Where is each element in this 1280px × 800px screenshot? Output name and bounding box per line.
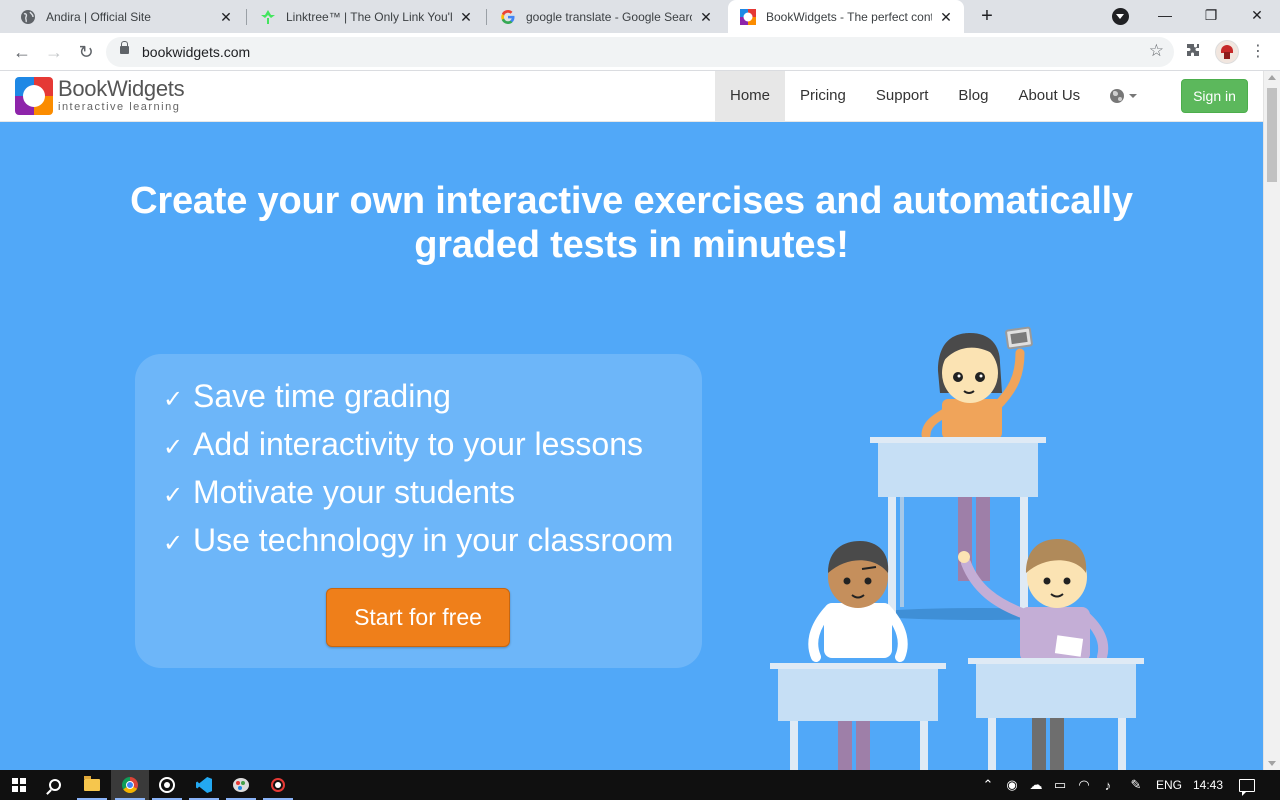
benefit-item: ✓ Motivate your students [163,470,673,518]
profile-avatar[interactable] [1215,40,1239,64]
language-indicator[interactable]: ENG [1152,770,1186,800]
windows-taskbar: ⌃ ◉ ☁ ▭ ◠ ♪ ✎ ENG 14:43 [0,770,1280,800]
notification-center[interactable] [1232,770,1262,800]
obs-icon[interactable] [148,770,186,800]
tab-linktree[interactable]: Linktree™ | The Only Link You'll E ✕ [248,0,484,33]
check-icon: ✓ [163,386,184,413]
volume-icon[interactable]: ♪ [1096,770,1120,800]
minimize-icon[interactable]: — [1142,0,1188,30]
window-close-icon[interactable]: ✕ [1234,0,1280,30]
start-for-free-button[interactable]: Start for free [326,588,510,647]
tab-search-icon[interactable] [1112,8,1129,25]
benefits-card: ✓ Save time grading ✓ Add interactivity to… [135,354,702,668]
new-tab-button[interactable]: + [975,5,999,29]
caret-down-icon [1129,94,1138,98]
benefit-item: ✓ Save time grading [163,374,673,422]
linktree-icon [260,9,276,25]
close-icon[interactable]: ✕ [938,9,954,25]
close-icon[interactable]: ✕ [218,9,234,25]
scroll-down-arrow-icon[interactable] [1268,761,1276,766]
logo-tagline: interactive learning [58,101,181,113]
tab-title: BookWidgets - The perfect conte [766,9,932,24]
nav-pricing[interactable]: Pricing [785,71,861,121]
lock-icon[interactable] [120,41,129,54]
tray-overflow-chevron-icon[interactable]: ⌃ [978,770,998,800]
main-nav: Home Pricing Support Blog About Us [715,71,1152,121]
classroom-illustration [770,326,1144,770]
nav-blog[interactable]: Blog [943,71,1003,121]
tray-cloud-icon[interactable]: ☁ [1024,770,1048,800]
site-navbar: BookWidgets interactive learning Home Pr… [0,71,1263,122]
tab-title: Andira | Official Site [46,9,151,24]
benefit-item: ✓ Use technology in your classroom [163,518,673,566]
hero-title: Create your own interactive exercises an… [130,180,1133,266]
bookwidgets-logo-mark [15,77,53,115]
nav-support[interactable]: Support [861,71,944,121]
tab-title: Linktree™ | The Only Link You'll E [286,9,452,24]
paint-icon[interactable] [222,770,260,800]
browser-tab-strip: Andira | Official Site ✕ Linktree™ | The… [0,0,1280,33]
benefit-text: Save time grading [193,378,451,414]
benefit-text: Use technology in your classroom [193,522,674,558]
check-icon: ✓ [163,530,184,557]
chrome-menu-icon[interactable]: ⋮ [1250,42,1266,62]
scrollbar-thumb[interactable] [1267,88,1277,182]
browser-toolbar: ← → ↻ bookwidgets.com ☆ ⋮ [0,33,1280,71]
recorder-icon[interactable] [259,770,297,800]
close-icon[interactable]: ✕ [458,9,474,25]
tab-title: google translate - Google Search [526,9,692,24]
nav-home[interactable]: Home [715,71,786,121]
google-icon [500,9,516,25]
check-icon: ✓ [163,434,184,461]
language-selector[interactable] [1095,71,1152,121]
benefit-text: Motivate your students [193,474,515,510]
page-viewport: BookWidgets interactive learning Home Pr… [0,71,1280,770]
bookmark-star-icon[interactable]: ☆ [1149,41,1164,61]
benefit-text: Add interactivity to your lessons [193,426,643,462]
search-icon[interactable] [36,770,74,800]
extensions-icon[interactable] [1184,42,1202,60]
close-icon[interactable]: ✕ [698,9,714,25]
address-bar[interactable]: bookwidgets.com ☆ [106,37,1174,67]
globe-icon [1110,89,1125,103]
globe-icon [20,9,36,25]
page-scrollbar[interactable] [1263,71,1280,770]
pen-ink-icon[interactable]: ✎ [1124,770,1148,800]
notification-icon [1239,778,1255,796]
vscode-icon[interactable] [185,770,223,800]
benefit-item: ✓ Add interactivity to your lessons [163,422,673,470]
bookwidgets-logo[interactable]: BookWidgets interactive learning [15,76,185,117]
tab-google-search[interactable]: google translate - Google Search ✕ [488,0,724,33]
scroll-up-arrow-icon[interactable] [1268,75,1276,80]
tab-bookwidgets[interactable]: BookWidgets - The perfect conte ✕ [728,0,964,33]
tab-divider [486,9,487,25]
tab-divider [246,9,247,25]
file-explorer-icon[interactable] [73,770,111,800]
battery-icon[interactable]: ▭ [1048,770,1072,800]
check-icon: ✓ [163,482,184,509]
system-clock[interactable]: 14:43 [1188,770,1228,800]
reload-icon[interactable]: ↻ [73,39,99,65]
benefits-list: ✓ Save time grading ✓ Add interactivity to… [163,374,673,566]
sign-in-button[interactable]: Sign in [1181,79,1248,113]
windows-start-icon[interactable] [0,770,38,800]
restore-icon[interactable]: ❐ [1188,0,1234,30]
bookwidgets-icon [740,8,756,25]
tab-andira[interactable]: Andira | Official Site ✕ [8,0,244,33]
forward-icon[interactable]: → [41,39,67,65]
chrome-icon[interactable] [111,770,149,800]
nav-about-us[interactable]: About Us [1003,71,1095,121]
tray-app-icon[interactable]: ◉ [1000,770,1024,800]
back-icon[interactable]: ← [9,39,35,65]
url-text[interactable]: bookwidgets.com [142,44,250,60]
wifi-icon[interactable]: ◠ [1072,770,1096,800]
logo-name: BookWidgets [58,76,185,101]
